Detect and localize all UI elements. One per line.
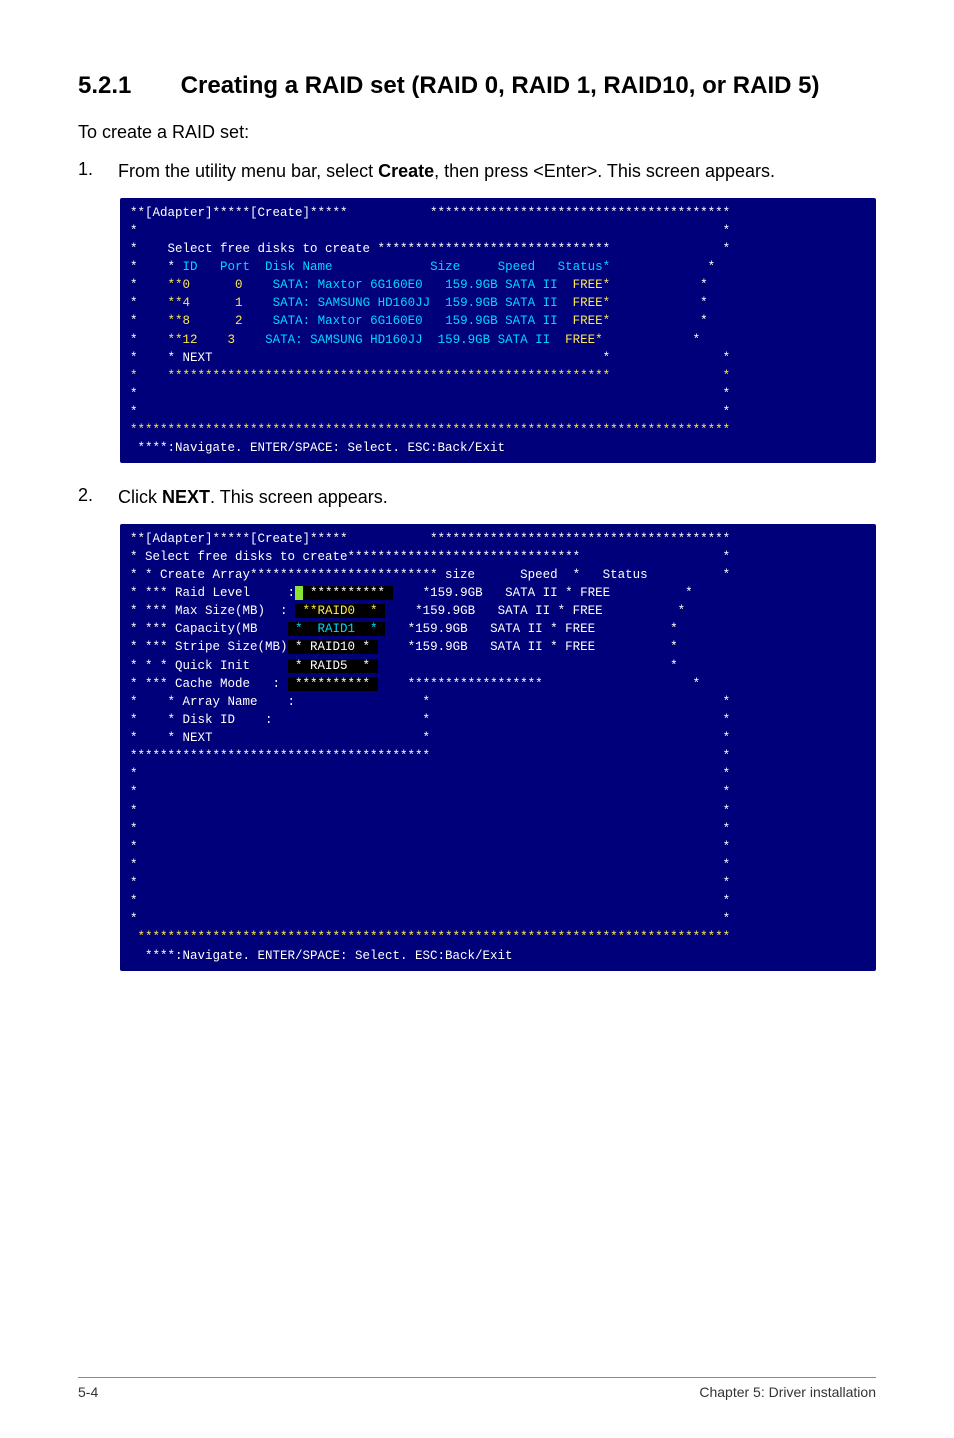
page-number: 5-4 bbox=[78, 1384, 98, 1400]
section-heading: 5.2.1 Creating a RAID set (RAID 0, RAID … bbox=[78, 70, 876, 102]
section-title: Creating a RAID set (RAID 0, RAID 1, RAI… bbox=[181, 70, 861, 102]
intro-text: To create a RAID set: bbox=[78, 122, 876, 143]
terminal-screenshot-2: **[Adapter]*****[Create]***** **********… bbox=[120, 524, 876, 971]
page-footer: 5-4 Chapter 5: Driver installation bbox=[78, 1377, 876, 1400]
step-1: 1. From the utility menu bar, select Cre… bbox=[78, 159, 876, 183]
section-number: 5.2.1 bbox=[78, 70, 174, 102]
terminal-screenshot-1: **[Adapter]*****[Create]***** **********… bbox=[120, 198, 876, 464]
chapter-label: Chapter 5: Driver installation bbox=[699, 1384, 876, 1400]
step-2: 2. Click NEXT. This screen appears. bbox=[78, 485, 876, 509]
